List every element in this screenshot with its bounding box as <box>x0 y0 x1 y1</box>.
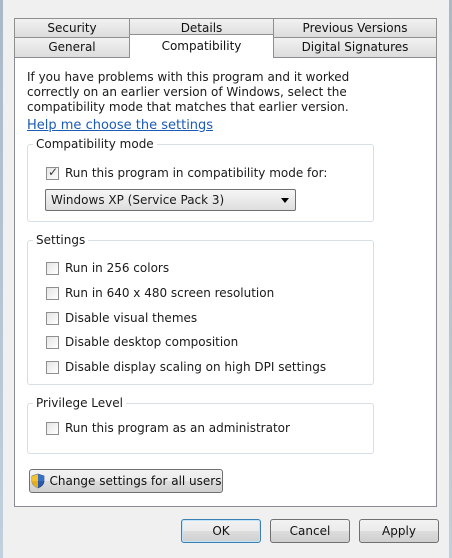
settings-item-label: Disable display scaling on high DPI sett… <box>65 360 327 374</box>
dropdown-arrow-icon <box>281 198 289 203</box>
settings-item-640x480[interactable]: Run in 640 x 480 screen resolution <box>46 286 274 300</box>
uac-shield-icon <box>32 473 45 489</box>
settings-item-label: Run in 256 colors <box>65 261 170 275</box>
window-border-left <box>0 0 3 558</box>
settings-checkbox[interactable] <box>46 360 59 374</box>
run-as-admin-checkbox[interactable] <box>46 421 59 435</box>
settings-checkbox[interactable] <box>46 311 59 325</box>
properties-window: Security Details Previous Versions Gener… <box>0 0 452 558</box>
tab-compatibility[interactable]: Compatibility <box>129 34 274 58</box>
help-choose-settings-link[interactable]: Help me choose the settings <box>27 118 213 133</box>
settings-title: Settings <box>33 233 89 247</box>
run-as-admin-row[interactable]: Run this program as an administrator <box>46 421 290 435</box>
change-settings-all-users-button[interactable]: Change settings for all users <box>29 469 223 493</box>
settings-item-desktop-composition[interactable]: Disable desktop composition <box>46 335 238 349</box>
intro-text: If you have problems with this program a… <box>27 70 350 114</box>
checkmark-icon: ✓ <box>48 164 59 179</box>
os-version-select[interactable]: Windows XP (Service Pack 3) <box>45 189 296 211</box>
tab-digital-signatures[interactable]: Digital Signatures <box>273 37 437 57</box>
ok-button[interactable]: OK <box>181 519 261 543</box>
settings-checkbox[interactable] <box>46 335 59 349</box>
settings-checkbox[interactable] <box>46 286 59 300</box>
tab-general[interactable]: General <box>14 37 130 57</box>
compat-mode-row[interactable]: ✓ Run this program in compatibility mode… <box>46 164 328 180</box>
settings-item-label: Disable desktop composition <box>65 335 239 349</box>
settings-item-label: Run in 640 x 480 screen resolution <box>65 286 275 300</box>
apply-button[interactable]: Apply <box>359 519 439 543</box>
settings-item-visual-themes[interactable]: Disable visual themes <box>46 311 197 325</box>
compat-mode-checkbox[interactable]: ✓ <box>46 164 59 180</box>
run-as-admin-label: Run this program as an administrator <box>65 421 290 435</box>
cancel-button[interactable]: Cancel <box>270 519 350 543</box>
tab-previous-versions[interactable]: Previous Versions <box>273 18 437 37</box>
tab-security[interactable]: Security <box>14 18 130 37</box>
os-version-value: Windows XP (Service Pack 3) <box>51 193 225 207</box>
compat-mode-label: Run this program in compatibility mode f… <box>65 166 328 180</box>
settings-item-label: Disable visual themes <box>65 311 198 325</box>
settings-checkbox[interactable] <box>46 261 59 275</box>
settings-item-256-colors[interactable]: Run in 256 colors <box>46 261 169 275</box>
compatibility-mode-title: Compatibility mode <box>33 137 157 151</box>
change-settings-all-users-label: Change settings for all users <box>49 474 222 488</box>
privilege-level-title: Privilege Level <box>33 396 126 410</box>
settings-item-dpi-scaling[interactable]: Disable display scaling on high DPI sett… <box>46 360 326 374</box>
